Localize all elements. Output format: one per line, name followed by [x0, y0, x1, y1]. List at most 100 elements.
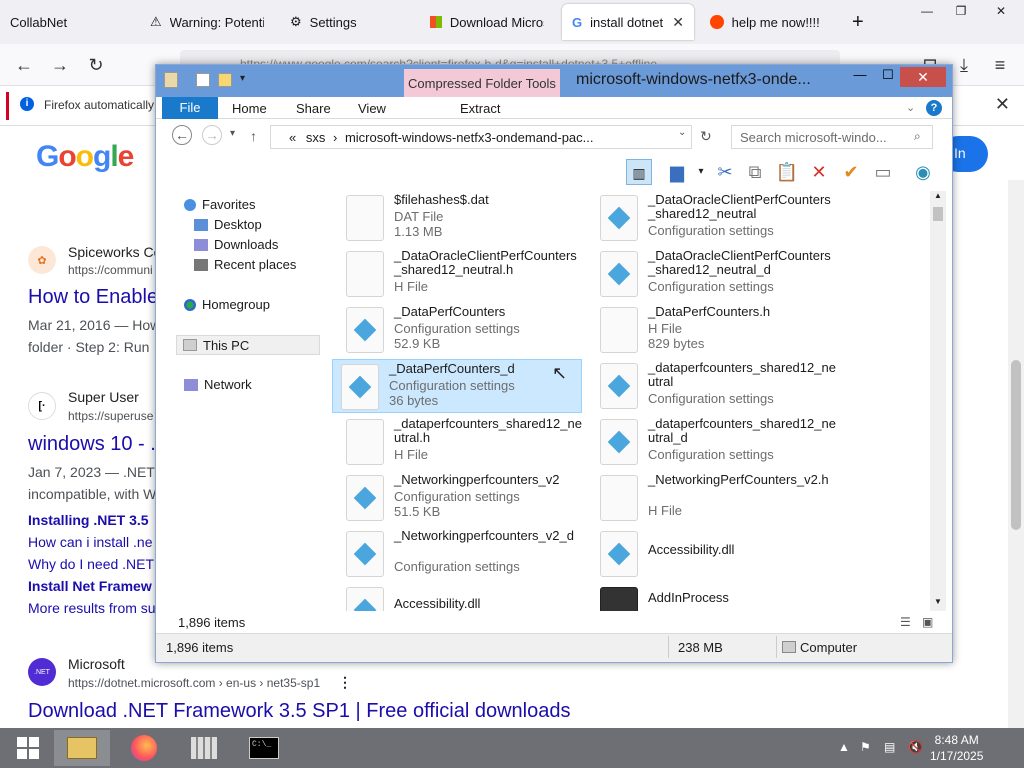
breadcrumb-sxs[interactable]: sxs — [306, 130, 326, 145]
close-icon[interactable]: ✕ — [900, 67, 946, 87]
result-title[interactable]: windows 10 - . — [28, 433, 156, 456]
file-list-scrollbar[interactable]: ▲ ▼ — [930, 191, 946, 611]
restore-icon[interactable]: ❐ — [944, 0, 978, 22]
folder-move-icon[interactable]: ▆ — [664, 159, 690, 185]
nav-this-pc[interactable]: This PC — [176, 335, 320, 355]
cut-icon[interactable]: ✂ — [712, 159, 738, 185]
tab-collabnet[interactable]: CollabNet — [0, 0, 136, 44]
sublink[interactable]: How can i install .ne — [28, 534, 153, 550]
nav-downloads[interactable]: Downloads — [194, 237, 278, 252]
file-item[interactable]: $filehashes$.dat DAT File 1.13 MB — [338, 191, 588, 245]
file-item[interactable]: _DataPerfCounters.h H File 829 bytes — [592, 303, 842, 357]
copy-icon[interactable]: ⧉ — [742, 159, 768, 185]
preview-pane-icon[interactable]: ▥ — [626, 159, 652, 185]
network-tray-icon[interactable]: ▤ — [884, 740, 895, 754]
help-icon[interactable]: ? — [926, 100, 942, 116]
up-icon[interactable]: ↑ — [250, 128, 257, 144]
new-tab-button[interactable]: + — [842, 0, 874, 44]
globe-icon[interactable]: ◉ — [910, 159, 936, 185]
scroll-down-icon[interactable]: ▼ — [934, 597, 942, 606]
show-hidden-icons[interactable]: ▲ — [838, 740, 850, 754]
large-icons-view-icon[interactable]: ▣ — [922, 615, 933, 629]
sublink[interactable]: Installing .NET 3.5 — [28, 512, 149, 528]
back-icon[interactable]: ← — [172, 125, 192, 145]
menu-icon[interactable]: ≡ — [988, 53, 1012, 77]
file-item[interactable]: _NetworkingPerfCounters_v2.h H File — [592, 471, 842, 525]
search-input[interactable]: Search microsoft-windo... — [731, 125, 933, 149]
file-item[interactable]: AddInProcess — [592, 583, 842, 611]
start-button[interactable] — [0, 730, 56, 766]
minimize-icon[interactable]: — — [910, 0, 944, 22]
result-url[interactable]: https://dotnet.microsoft.com › en-us › n… — [68, 676, 320, 690]
close-tab-icon[interactable]: ✕ — [672, 14, 684, 31]
nav-favorites[interactable]: Favorites — [184, 197, 255, 212]
new-folder-icon[interactable] — [218, 73, 232, 87]
properties-icon[interactable] — [196, 73, 210, 87]
file-item-selected[interactable]: _DataPerfCounters_d Configuration setting… — [332, 359, 582, 413]
result-title[interactable]: How to Enable — [28, 286, 158, 309]
recent-locations-icon[interactable]: ▾ — [230, 128, 235, 139]
customize-quick-access-icon[interactable]: ▾ — [240, 73, 245, 84]
flag-icon[interactable]: ⚑ — [860, 740, 871, 754]
close-window-icon[interactable]: ✕ — [984, 0, 1018, 22]
more-options-icon[interactable]: ⋮ — [338, 674, 352, 691]
file-item[interactable]: _Networkingperfcounters_v2 Configuration … — [338, 471, 588, 525]
dropdown-icon[interactable]: ▾ — [688, 159, 714, 185]
refresh-icon[interactable]: ↻ — [700, 128, 712, 145]
tab-install-dotnet[interactable]: Ginstall dotnet 3.5 ✕ — [562, 4, 694, 40]
scrollbar-thumb[interactable] — [933, 207, 943, 221]
breadcrumb-current[interactable]: microsoft-windows-netfx3-ondemand-pac... — [345, 130, 594, 145]
file-item[interactable]: _DataOracleClientPerfCounters_shared12_n… — [338, 247, 588, 301]
explorer-title-bar[interactable]: ▾ Compressed Folder Tools microsoft-wind… — [156, 65, 952, 97]
more-results-link[interactable]: More results from su — [28, 600, 156, 616]
tab-file[interactable]: File — [162, 97, 218, 119]
expand-ribbon-icon[interactable]: ⌄ — [906, 101, 915, 114]
page-scrollbar[interactable] — [1008, 180, 1024, 728]
file-item[interactable]: _DataPerfCounters Configuration settings 5… — [338, 303, 588, 357]
address-path[interactable]: « sxs › microsoft-windows-netfx3-ondeman… — [270, 125, 692, 149]
nav-homegroup[interactable]: Homegroup — [184, 297, 270, 312]
result-url[interactable]: https://communi — [68, 263, 153, 277]
result-title[interactable]: Download .NET Framework 3.5 SP1 | Free o… — [28, 700, 570, 723]
tab-reddit[interactable]: help me now!!!! : r — [700, 0, 834, 44]
sublink[interactable]: Install Net Framew — [28, 578, 152, 594]
clock[interactable]: 8:48 AM 1/17/2025 — [930, 732, 983, 764]
sublink[interactable]: Why do I need .NET — [28, 556, 154, 572]
tab-share[interactable]: Share — [296, 101, 331, 116]
tab-home[interactable]: Home — [232, 101, 267, 116]
file-item[interactable]: Accessibility.dll — [592, 527, 842, 581]
nav-recent-places[interactable]: Recent places — [194, 257, 296, 272]
downloads-icon[interactable]: ⤓ — [952, 53, 976, 77]
file-item[interactable]: _dataperfcounters_shared12_neutral_d Conf… — [592, 415, 842, 469]
rename-icon[interactable]: ▭ — [870, 159, 896, 185]
path-overflow[interactable]: « — [289, 130, 296, 145]
volume-muted-icon[interactable]: 🔇 — [908, 740, 923, 754]
file-item[interactable]: _DataOracleClientPerfCounters_shared12_n… — [592, 247, 842, 301]
forward-icon[interactable]: → — [48, 53, 72, 77]
scrollbar-thumb[interactable] — [1011, 360, 1021, 530]
taskbar-firefox[interactable] — [116, 730, 172, 766]
reload-icon[interactable]: ↻ — [84, 53, 108, 77]
details-view-icon[interactable]: ☰ — [900, 615, 911, 629]
taskbar-command-prompt[interactable]: C:\_ — [236, 730, 292, 766]
search-icon[interactable]: ⌕ — [914, 129, 921, 144]
delete-icon[interactable]: ✕ — [806, 159, 832, 185]
file-item[interactable]: _dataperfcounters_shared12_neutral Config… — [592, 359, 842, 413]
file-item[interactable]: _DataOracleClientPerfCounters_shared12_n… — [592, 191, 842, 245]
tab-extract[interactable]: Extract — [460, 101, 500, 116]
forward-icon[interactable]: → — [202, 125, 222, 145]
google-logo[interactable]: Google — [36, 140, 134, 174]
result-url[interactable]: https://superuse — [68, 409, 153, 423]
checkmark-icon[interactable]: ✔ — [838, 159, 864, 185]
file-item[interactable]: Accessibility.dll — [338, 583, 588, 611]
close-icon[interactable]: ✕ — [995, 94, 1010, 115]
scroll-up-icon[interactable]: ▲ — [934, 191, 942, 200]
compressed-folder-tools-tab[interactable]: Compressed Folder Tools — [404, 69, 560, 97]
tab-warning[interactable]: ⚠ Warning: Potential — [140, 0, 274, 44]
tab-download-microsoft[interactable]: Download Microsoft — [420, 0, 554, 44]
paste-icon[interactable]: 📋 — [774, 159, 800, 185]
taskbar-app[interactable] — [176, 730, 232, 766]
back-icon[interactable]: ← — [12, 53, 36, 77]
file-item[interactable]: _dataperfcounters_shared12_neutral.h H Fi… — [338, 415, 588, 469]
file-item[interactable]: _Networkingperfcounters_v2_d Configuratio… — [338, 527, 588, 581]
